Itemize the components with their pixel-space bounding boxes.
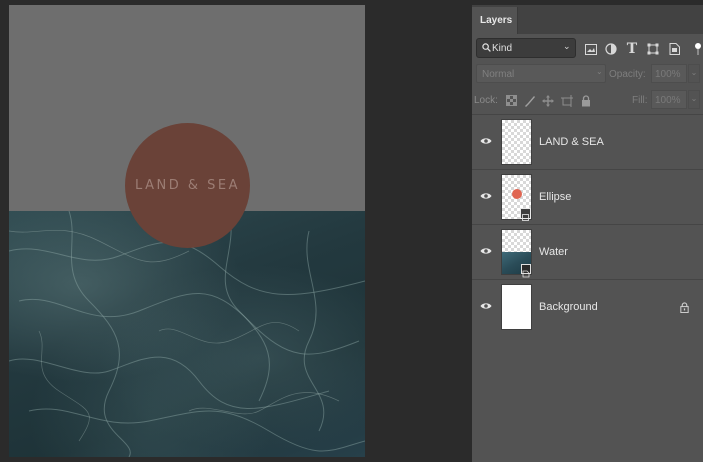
layer-name[interactable]: LAND & SEA — [539, 136, 604, 148]
layer-thumbnail[interactable] — [501, 119, 532, 165]
layer-row-water[interactable]: Water — [472, 224, 703, 279]
opacity-chevron-icon[interactable]: ⌄ — [688, 64, 700, 83]
fill-label: Fill: — [632, 95, 648, 106]
lock-icon[interactable] — [679, 302, 690, 313]
eye-icon[interactable] — [480, 135, 492, 147]
layer-thumbnail[interactable] — [501, 229, 532, 278]
smart-object-badge-icon — [521, 264, 531, 278]
kind-filter-select[interactable]: Kind ⌄ — [476, 38, 576, 58]
chevron-down-icon: ⌄ — [596, 67, 603, 76]
fill-field[interactable]: 100% — [651, 90, 687, 109]
eye-icon[interactable] — [480, 190, 492, 202]
blend-mode-select[interactable]: Normal — [476, 64, 606, 83]
layer-row-ellipse[interactable]: Ellipse — [472, 169, 703, 224]
search-icon — [482, 43, 491, 52]
document-canvas[interactable]: LAND & SEA — [9, 5, 365, 457]
lock-pixels-icon[interactable] — [523, 94, 536, 107]
canvas-workspace[interactable]: LAND & SEA — [0, 0, 472, 462]
shape-layer-badge-icon — [520, 208, 531, 221]
layers-panel: Layers Kind ⌄ T Normal ⌄ Opacity: 100% ⌄… — [472, 5, 703, 462]
lock-artboard-icon[interactable] — [560, 94, 573, 107]
land-and-sea-text[interactable]: LAND & SEA — [135, 178, 240, 193]
type-filter-icon[interactable]: T — [625, 41, 639, 57]
layer-filter-row: Kind ⌄ T — [472, 37, 703, 61]
blend-mode-row: Normal ⌄ Opacity: 100% ⌄ — [472, 64, 703, 86]
panel-tab-bar: Layers — [472, 5, 703, 34]
layer-row-background[interactable]: Background — [472, 279, 703, 334]
lock-transparency-icon[interactable] — [505, 94, 518, 107]
opacity-label: Opacity: — [609, 69, 646, 80]
tab-layers[interactable]: Layers — [472, 7, 518, 34]
lock-label: Lock: — [474, 95, 498, 106]
layer-name[interactable]: Water — [539, 246, 568, 258]
smart-object-filter-icon[interactable] — [667, 42, 681, 56]
shape-filter-icon[interactable] — [646, 42, 660, 56]
opacity-field[interactable]: 100% — [651, 64, 687, 83]
image-filter-icon[interactable] — [584, 42, 598, 56]
layer-name[interactable]: Ellipse — [539, 191, 571, 203]
layer-name[interactable]: Background — [539, 301, 598, 313]
fill-chevron-icon[interactable]: ⌄ — [688, 90, 700, 109]
layer-thumbnail[interactable] — [501, 284, 532, 330]
layer-thumbnail[interactable] — [501, 174, 532, 221]
ellipse-shape[interactable]: LAND & SEA — [125, 123, 250, 248]
layer-list: LAND & SEA Ellipse Water Background — [472, 114, 703, 334]
lock-row: Lock: Fill: 100% ⌄ — [472, 90, 703, 112]
kind-label: Kind — [492, 43, 513, 54]
filter-toggle-icon[interactable] — [691, 42, 703, 56]
lock-position-icon[interactable] — [541, 94, 554, 107]
eye-icon[interactable] — [480, 300, 492, 312]
layer-row-land-and-sea[interactable]: LAND & SEA — [472, 114, 703, 169]
ellipse-thumb-dot — [512, 189, 522, 199]
chevron-down-icon: ⌄ — [563, 41, 571, 51]
eye-icon[interactable] — [480, 245, 492, 257]
lock-all-icon[interactable] — [579, 94, 592, 107]
adjustment-filter-icon[interactable] — [604, 42, 618, 56]
